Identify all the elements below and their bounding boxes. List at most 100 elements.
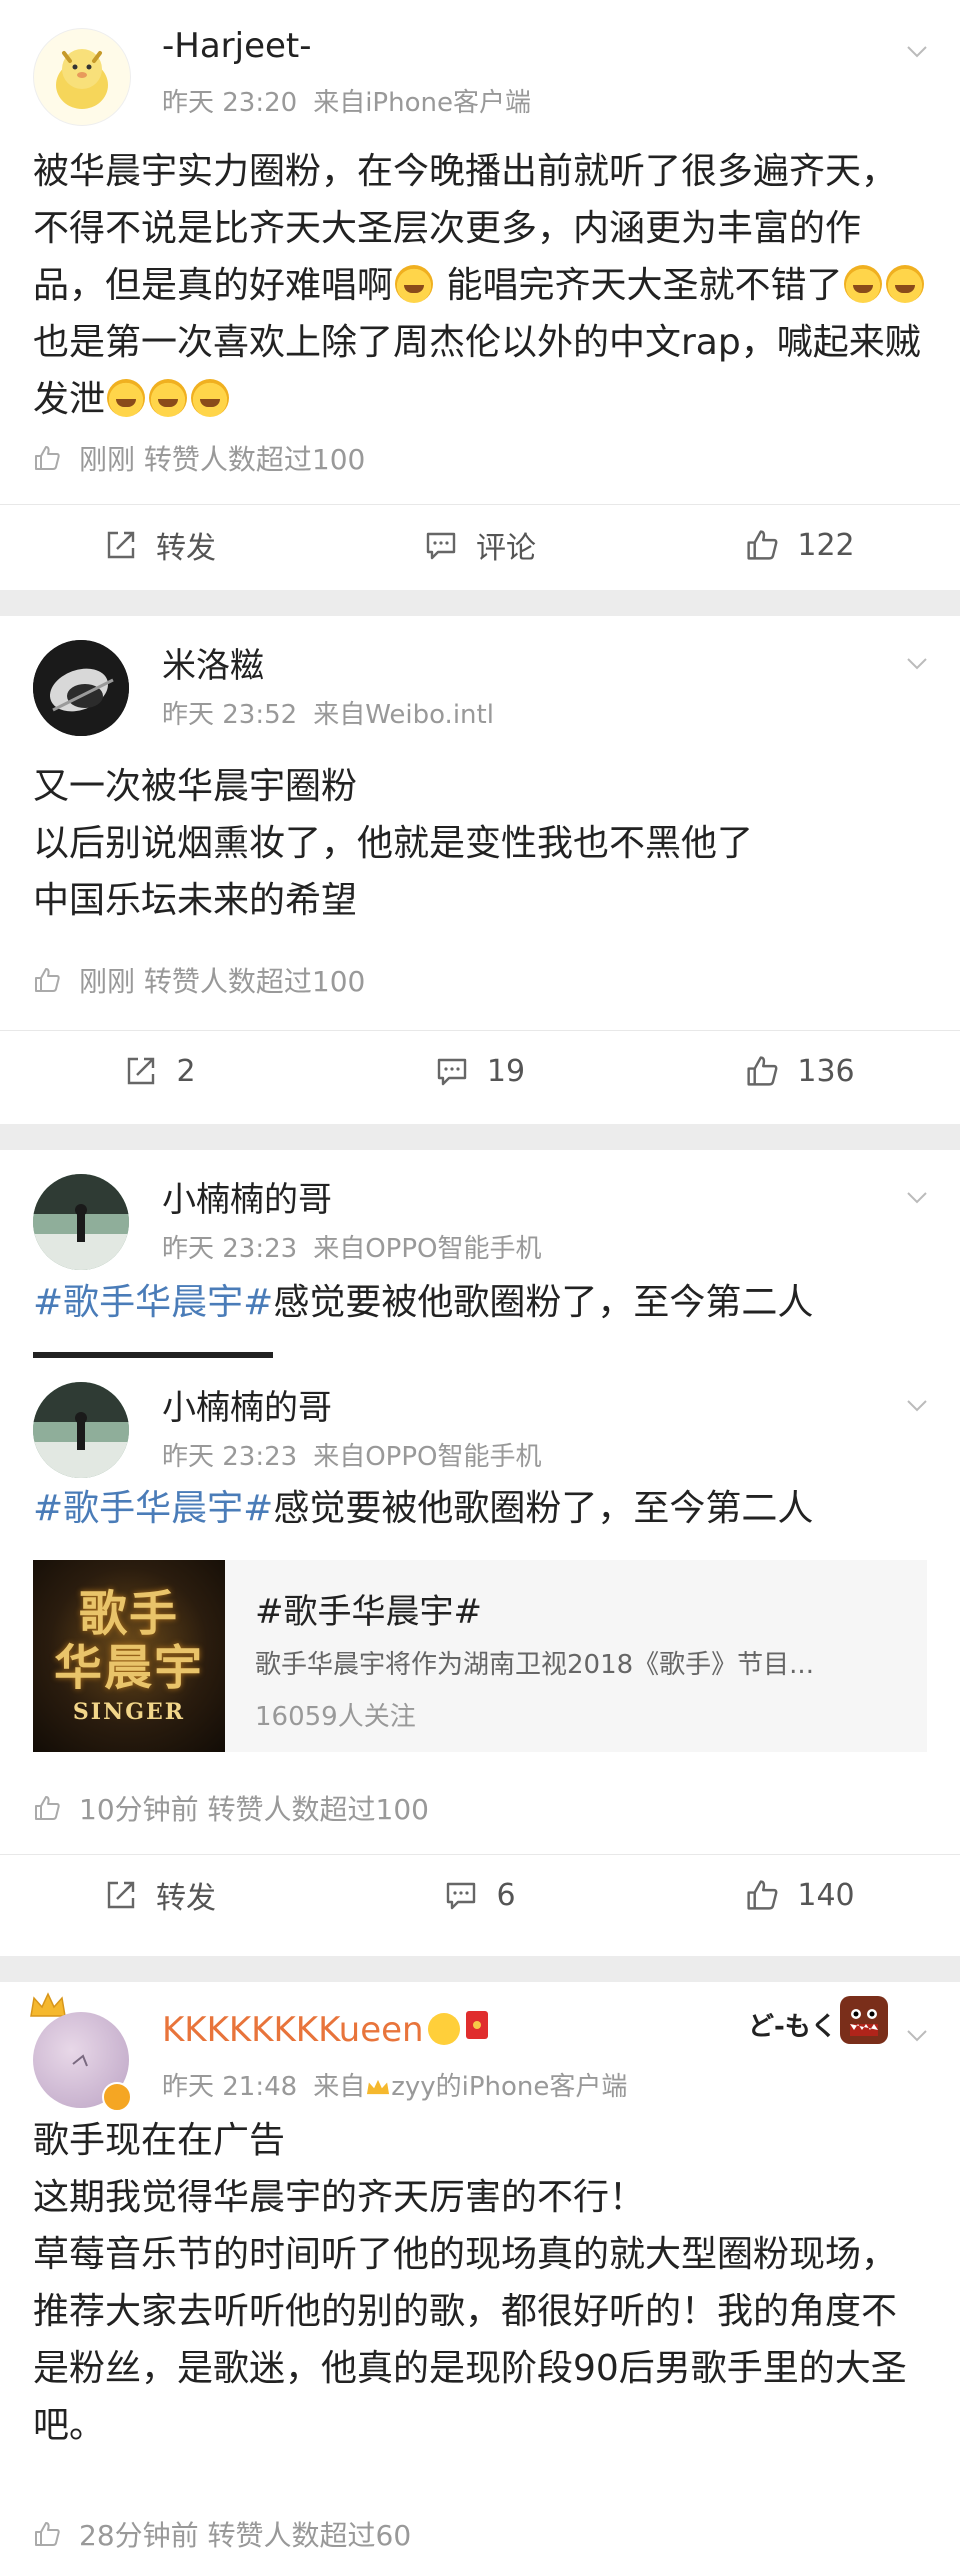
separator — [0, 1124, 960, 1150]
thumb-up-icon — [747, 1880, 778, 1910]
thumb-up-icon — [35, 968, 60, 992]
post-source[interactable]: 来自 zyy的iPhone客户端 — [313, 2072, 627, 2102]
post-source[interactable]: 来自Weibo.intl — [313, 700, 494, 730]
likes-summary-text: 28分钟前 转赞人数超过60 — [79, 2519, 412, 2552]
comment-icon — [426, 532, 456, 560]
post-meta: 昨天 23:52 来自Weibo.intl — [162, 694, 494, 731]
chevron-down-icon[interactable] — [906, 2024, 928, 2046]
username[interactable]: 小楠楠的哥 — [162, 1172, 332, 1221]
post-content: 被华晨宇实力圈粉，在今晚播出前就听了很多遍齐天，不得不说是比齐天大圣层次更多，内… — [33, 143, 927, 428]
like-button[interactable]: 140 — [640, 1855, 960, 1935]
photo-avatar-icon — [33, 640, 129, 736]
post-line: 歌手现在在广告 — [33, 2120, 286, 2161]
laugh-cry-emoji-icon — [395, 265, 434, 303]
post-meta: 昨天 21:48 来自 zyy的iPhone客户端 — [162, 2066, 627, 2103]
likes-summary: 刚刚 转赞人数超过100 — [33, 960, 365, 1000]
vip-badge-icon — [102, 2082, 132, 2112]
like-button[interactable]: 122 — [640, 505, 960, 585]
sticker-text: ど-もく — [748, 2012, 837, 2042]
username-text: KKKKKKKKueen — [162, 2010, 424, 2050]
face-emoji-icon — [427, 2013, 460, 2045]
sticker: ど-もく — [748, 2006, 837, 2043]
separator — [0, 590, 960, 616]
like-button[interactable]: 136 — [640, 1031, 960, 1111]
post-content: #歌手华晨宇#感觉要被他歌圈粉了，至今第二人 — [33, 1480, 927, 1537]
post-source-prefix: 来自 — [313, 2072, 366, 2102]
post-content: 又一次被华晨宇圈粉 以后别说烟熏妆了，他就是变性我也不黑他了 中国乐坛未来的希望 — [33, 758, 927, 929]
avatar[interactable] — [33, 1174, 129, 1270]
action-bar: 转发 6 140 — [0, 1855, 960, 1935]
hashtag-link[interactable]: #歌手华晨宇# — [33, 1282, 273, 1323]
likes-summary: 10分钟前 转赞人数超过100 — [33, 1788, 429, 1828]
avatar[interactable] — [33, 28, 131, 126]
avatar[interactable] — [33, 640, 129, 736]
repost-button[interactable]: 2 — [0, 1031, 320, 1111]
repost-icon — [107, 1881, 135, 1909]
post-line: 这期我觉得华晨宇的齐天厉害的不行！ — [33, 2177, 646, 2218]
repost-button[interactable]: 转发 — [0, 505, 320, 585]
crown-icon — [367, 2079, 390, 2095]
topic-title: #歌手华晨宇# — [255, 1592, 482, 1632]
post-meta: 昨天 23:23 来自OPPO智能手机 — [162, 1436, 542, 1473]
likes-summary-text: 刚刚 转赞人数超过100 — [79, 443, 366, 476]
post-time: 昨天 23:52 — [162, 700, 298, 730]
repost-label: 转发 — [156, 1881, 216, 1916]
post-content: 歌手现在在广告 这期我觉得华晨宇的齐天厉害的不行！ 草莓音乐节的时间听了他的现场… — [33, 2112, 927, 2454]
laugh-cry-emoji-icon — [191, 379, 230, 417]
username[interactable]: 小楠楠的哥 — [162, 1380, 332, 1429]
post-time: 昨天 23:20 — [162, 88, 298, 118]
post-text: 能唱完齐天大圣就不错了 — [435, 265, 843, 306]
chevron-down-icon[interactable] — [906, 1394, 928, 1416]
post-time: 昨天 23:23 — [162, 1234, 298, 1264]
post-content: #歌手华晨宇#感觉要被他歌圈粉了，至今第二人 — [33, 1274, 927, 1331]
post-time: 昨天 23:23 — [162, 1442, 298, 1472]
thumb-up-icon — [747, 530, 778, 560]
chevron-down-icon[interactable] — [906, 652, 928, 674]
comment-icon — [447, 1882, 476, 1910]
topic-image-title: 华晨宇 — [53, 1640, 204, 1696]
likes-summary-text: 刚刚 转赞人数超过100 — [79, 965, 366, 998]
post-source[interactable]: 来自iPhone客户端 — [313, 88, 531, 118]
topic-image: 歌手 华晨宇 SINGER — [33, 1560, 225, 1752]
repost-icon — [107, 531, 135, 559]
likes-summary-text: 10分钟前 转赞人数超过100 — [79, 1793, 429, 1826]
like-count: 136 — [797, 1053, 855, 1089]
topic-image-title: 歌手 — [78, 1586, 179, 1642]
hashtag-link[interactable]: #歌手华晨宇# — [33, 1488, 273, 1529]
username[interactable]: KKKKKKKKueen — [162, 2010, 488, 2050]
repost-button[interactable]: 转发 — [0, 1855, 320, 1935]
post-card: 米洛糍 昨天 23:52 来自Weibo.intl 又一次被华晨宇圈粉 以后别说烟… — [0, 616, 960, 1124]
topic-image-subtitle: SINGER — [72, 1699, 186, 1725]
likes-summary: 刚刚 转赞人数超过100 — [33, 438, 365, 478]
post-card: 小楠楠的哥 昨天 23:23 来自OPPO智能手机 #歌手华晨宇#感觉要被他歌圈粉… — [0, 1364, 960, 1956]
chevron-down-icon[interactable] — [906, 1186, 928, 1208]
comment-button[interactable]: 评论 — [320, 505, 640, 585]
post-line: 中国乐坛未来的希望 — [33, 880, 358, 921]
post-text: 感觉要被他歌圈粉了，至今第二人 — [273, 1488, 814, 1529]
post-time: 昨天 21:48 — [162, 2072, 298, 2102]
topic-card[interactable]: 歌手 华晨宇 SINGER #歌手华晨宇# 歌手华晨宇将作为湖南卫视2018《歌… — [33, 1560, 927, 1752]
topic-description: 歌手华晨宇将作为湖南卫视2018《歌手》节目... — [255, 1650, 814, 1680]
post-meta: 昨天 23:20 来自iPhone客户端 — [162, 82, 531, 119]
username[interactable]: 米洛糍 — [162, 638, 264, 687]
avatar[interactable] — [33, 1382, 129, 1478]
comment-label: 评论 — [476, 531, 536, 566]
likes-summary: 28分钟前 转赞人数超过60 — [33, 2514, 411, 2554]
divider — [33, 1352, 273, 1358]
username[interactable]: -Harjeet- — [162, 26, 312, 66]
post-source[interactable]: 来自OPPO智能手机 — [313, 1234, 541, 1264]
post-line: 以后别说烟熏妆了，他就是变性我也不黑他了 — [33, 823, 754, 864]
post-source-rest: zyy的iPhone客户端 — [391, 2072, 628, 2102]
post-line: 草莓音乐节的时间听了他的现场真的就大型圈粉现场，推荐大家去听听他的别的歌，都很好… — [33, 2234, 907, 2446]
like-count: 140 — [797, 1877, 855, 1913]
red-packet-icon — [465, 2011, 488, 2039]
comment-button[interactable]: 19 — [320, 1031, 640, 1111]
post-text: 感觉要被他歌圈粉了，至今第二人 — [273, 1282, 814, 1323]
separator — [0, 1956, 960, 1982]
chevron-down-icon[interactable] — [906, 40, 928, 62]
thumb-up-icon — [747, 1056, 778, 1086]
post-source[interactable]: 来自OPPO智能手机 — [313, 1442, 541, 1472]
post-meta: 昨天 23:23 来自OPPO智能手机 — [162, 1228, 542, 1265]
repost-label: 转发 — [156, 531, 216, 566]
comment-button[interactable]: 6 — [320, 1855, 640, 1935]
